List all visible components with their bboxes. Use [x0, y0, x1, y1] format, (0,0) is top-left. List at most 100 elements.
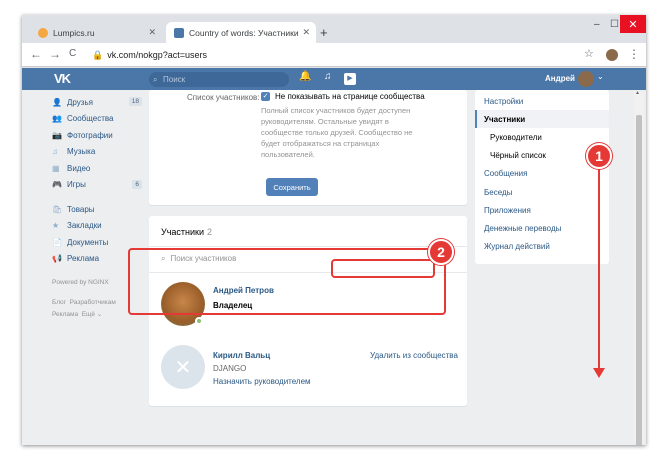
- right-menu-apps[interactable]: Приложения: [475, 201, 609, 219]
- footer-link-dev[interactable]: Разработчикам: [70, 299, 116, 306]
- tab-bar: Lumpics.ru ✕ Country of words: Участники…: [22, 15, 646, 43]
- music-note-icon: ♫: [52, 147, 58, 157]
- settings-card: Список участников: ✓ Не показывать на ст…: [149, 90, 467, 205]
- browser-window: Lumpics.ru ✕ Country of words: Участники…: [22, 15, 646, 445]
- menu-label: Товары: [67, 204, 95, 214]
- browser-menu-icon[interactable]: ⋮: [628, 47, 640, 61]
- tab-vk-members[interactable]: Country of words: Участники ✕: [166, 22, 316, 43]
- member-status: DJANGO: [213, 364, 247, 373]
- menu-label: Музыка: [67, 147, 96, 157]
- lumpics-favicon-icon: [38, 27, 48, 38]
- close-tab-icon[interactable]: ✕: [148, 27, 156, 38]
- save-button[interactable]: Сохранить: [266, 178, 318, 196]
- user-avatar[interactable]: [578, 71, 594, 87]
- member-avatar-placeholder[interactable]: ✕: [161, 345, 205, 389]
- tab-label: Lumpics.ru: [53, 27, 95, 38]
- members-title-text: Участники: [161, 227, 204, 237]
- video-icon[interactable]: ▶: [344, 73, 356, 85]
- divider: [149, 246, 467, 247]
- vk-header: VK ⌕ Поиск 🔔 ♫ ▶ Андрей ⌄: [22, 68, 646, 90]
- menu-item-friends[interactable]: 👤 Друзья 18: [52, 94, 142, 111]
- url-field[interactable]: 🔒 vk.com/nokgp?act=users: [92, 50, 207, 61]
- close-tab-icon[interactable]: ✕: [302, 27, 310, 38]
- checkbox-checked-icon[interactable]: ✓: [261, 92, 270, 101]
- vk-search-input[interactable]: ⌕ Поиск: [149, 72, 289, 87]
- right-menu-money-transfers[interactable]: Денежные переводы: [475, 219, 609, 237]
- scroll-down-arrow-line: [598, 169, 600, 371]
- tab-lumpics[interactable]: Lumpics.ru ✕: [30, 22, 162, 43]
- menu-item-music[interactable]: ♫ Музыка: [52, 144, 142, 161]
- profile-avatar[interactable]: [606, 49, 618, 61]
- members-title: Участники 2: [161, 227, 212, 237]
- address-bar-row: ← → C 🔒 vk.com/nokgp?act=users ☆ ⋮: [22, 43, 646, 67]
- right-menu-members[interactable]: Участники: [475, 110, 609, 129]
- checkbox-description: Полный список участников будет доступен …: [261, 106, 413, 159]
- close-window-button[interactable]: ✕: [620, 15, 646, 33]
- remove-from-community-link[interactable]: Удалить из сообщества: [370, 351, 458, 360]
- bookmark-star-icon[interactable]: ☆: [584, 47, 594, 60]
- highlight-remove-link: [331, 259, 435, 278]
- user-name[interactable]: Андрей: [545, 74, 575, 83]
- hide-members-checkbox-label[interactable]: Не показывать на странице сообщества: [275, 92, 425, 101]
- film-icon: ▦: [52, 163, 60, 173]
- footer-link-blog[interactable]: Блог: [52, 299, 66, 306]
- tab-label: Country of words: Участники: [189, 27, 299, 38]
- menu-item-bookmarks[interactable]: ★ Закладки: [52, 218, 142, 235]
- search-placeholder: Поиск: [163, 75, 186, 84]
- step-badge-2: 2: [428, 239, 454, 265]
- footer-link-ads[interactable]: Реклама: [52, 311, 78, 318]
- menu-item-photos[interactable]: 📷 Фотографии: [52, 127, 142, 144]
- reload-button[interactable]: C: [69, 48, 76, 59]
- vk-favicon-icon: [174, 27, 184, 38]
- bag-icon: 🛍: [52, 204, 63, 214]
- members-count: 2: [207, 227, 213, 237]
- right-menu-action-log[interactable]: Журнал действий: [475, 238, 609, 256]
- menu-label: Видео: [67, 163, 91, 173]
- right-menu-chats[interactable]: Беседы: [475, 183, 609, 201]
- menu-label: Фотографии: [67, 130, 113, 140]
- menu-item-communities[interactable]: 👥 Сообщества: [52, 111, 142, 128]
- friends-icon: 👤: [52, 97, 62, 107]
- document-icon: 📄: [52, 237, 62, 247]
- menu-label: Документы: [67, 237, 109, 247]
- right-menu: Настройки Участники Руководители Чёрный …: [475, 90, 609, 264]
- megaphone-icon: 📢: [52, 254, 62, 264]
- right-menu-managers[interactable]: Руководители: [475, 128, 609, 146]
- scrollbar-thumb[interactable]: [636, 115, 642, 445]
- scroll-up-arrow-icon[interactable]: ▲: [635, 90, 640, 96]
- member-name[interactable]: Кирилл Вальц: [213, 351, 270, 360]
- gamepad-icon: 🎮: [52, 180, 62, 190]
- assign-manager-link[interactable]: Назначить руководителем: [213, 377, 311, 386]
- step-badge-1: 1: [586, 143, 612, 169]
- footer-link-more[interactable]: Ещё ⌄: [82, 311, 103, 318]
- menu-label: Друзья: [67, 97, 93, 107]
- search-icon: ⌕: [153, 75, 158, 84]
- right-menu-settings[interactable]: Настройки: [475, 92, 609, 110]
- count-badge: 6: [132, 179, 142, 189]
- menu-label: Реклама: [67, 254, 100, 264]
- menu-item-goods[interactable]: 🛍 Товары: [52, 201, 142, 218]
- url-text: vk.com/nokgp?act=users: [107, 50, 208, 60]
- online-indicator: [195, 317, 203, 325]
- menu-label: Игры: [67, 180, 86, 190]
- menu-item-games[interactable]: 🎮 Игры 6: [52, 177, 142, 194]
- minimize-button[interactable]: ‒: [594, 19, 600, 30]
- maximize-button[interactable]: ☐: [610, 19, 619, 30]
- new-tab-button[interactable]: +: [320, 25, 328, 40]
- members-list-label: Список участников:: [187, 93, 260, 102]
- chevron-down-icon[interactable]: ⌄: [597, 72, 604, 81]
- bell-icon[interactable]: 🔔: [299, 71, 311, 82]
- menu-separator: [52, 193, 142, 201]
- right-menu-messages[interactable]: Сообщения: [475, 165, 609, 183]
- forward-button[interactable]: →: [49, 47, 61, 61]
- camera-icon: 📷: [52, 130, 62, 140]
- music-icon[interactable]: ♫: [324, 71, 332, 82]
- arrow-down-icon: [593, 368, 605, 378]
- deactivated-dog-icon: ✕: [174, 356, 192, 379]
- vk-logo[interactable]: VK: [54, 71, 71, 86]
- back-button[interactable]: ←: [30, 47, 42, 61]
- menu-label: Закладки: [67, 221, 102, 231]
- menu-item-video[interactable]: ▦ Видео: [52, 160, 142, 177]
- lock-icon: 🔒: [92, 50, 104, 60]
- menu-label: Сообщества: [67, 114, 114, 124]
